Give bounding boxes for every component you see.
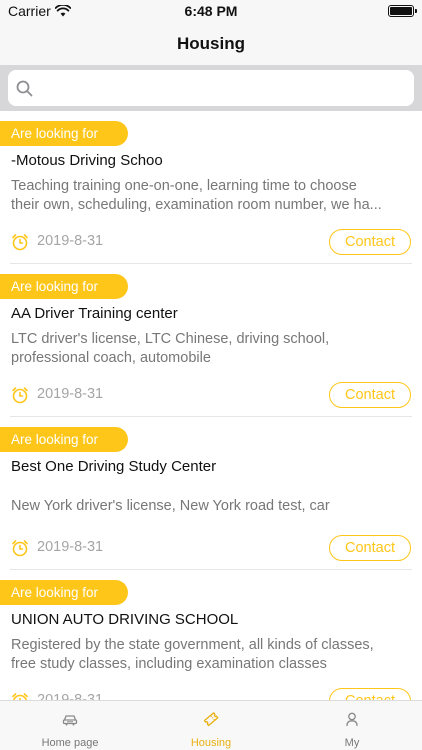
listing-title: Best One Driving Study Center <box>11 458 217 475</box>
tab-label: Home page <box>41 737 99 749</box>
tab-home-page[interactable]: Home page <box>0 701 140 750</box>
description-line: Registered by the state government, all … <box>11 637 374 653</box>
listing-feed[interactable]: Are looking for -Motous Driving Schoo Te… <box>0 111 422 700</box>
description-line: New York driver's license, New York road… <box>11 498 330 514</box>
search-box[interactable] <box>8 70 414 106</box>
looking-for-tag: Are looking for <box>0 580 128 605</box>
listing-card[interactable]: Are looking for -Motous Driving Schoo Te… <box>0 111 422 264</box>
looking-for-tag: Are looking for <box>0 121 128 146</box>
contact-button[interactable]: Contact <box>329 382 411 408</box>
listing-description: Teaching training one-on-one, learning t… <box>11 177 411 215</box>
listing-card[interactable]: Are looking for AA Driver Training cente… <box>0 264 422 417</box>
description-line: their own, scheduling, examination room … <box>11 197 382 213</box>
clock-icon <box>12 234 28 251</box>
car-icon <box>62 715 78 726</box>
battery-icon <box>388 5 417 17</box>
contact-button[interactable]: Contact <box>329 688 411 700</box>
navigation-bar: Housing <box>0 22 422 65</box>
search-input[interactable] <box>40 70 406 106</box>
listing-title: -Motous Driving Schoo <box>11 152 163 169</box>
person-icon <box>346 712 358 727</box>
listing-description: Registered by the state government, all … <box>11 636 411 674</box>
description-line: professional coach, automobile <box>11 350 211 366</box>
clock-icon <box>12 387 28 404</box>
listing-card[interactable]: Are looking for Best One Driving Study C… <box>0 417 422 570</box>
clock-icon <box>12 693 28 700</box>
listing-description: LTC driver's license, LTC Chinese, drivi… <box>11 330 411 368</box>
listing-date: 2019-8-31 <box>37 233 104 249</box>
tab-housing[interactable]: Housing <box>141 701 281 750</box>
description-line: Teaching training one-on-one, learning t… <box>11 178 357 194</box>
status-bar: Carrier 6:48 PM <box>0 0 422 22</box>
description-line: LTC driver's license, LTC Chinese, drivi… <box>11 331 330 347</box>
contact-button[interactable]: Contact <box>329 535 411 561</box>
tab-label: My <box>344 737 360 749</box>
listing-card[interactable]: Are looking for UNION AUTO DRIVING SCHOO… <box>0 570 422 700</box>
tab-label: Housing <box>190 737 232 749</box>
looking-for-tag: Are looking for <box>0 427 128 452</box>
tab-my[interactable]: My <box>282 701 422 750</box>
page-title: Housing <box>177 34 245 53</box>
description-line: free study classes, including examinatio… <box>11 656 327 672</box>
listing-date: 2019-8-31 <box>37 539 104 555</box>
listing-date: 2019-8-31 <box>37 386 104 402</box>
ticket-icon <box>203 712 219 727</box>
listing-title: AA Driver Training center <box>11 305 178 322</box>
looking-for-tag: Are looking for <box>0 274 128 299</box>
contact-button[interactable]: Contact <box>329 229 411 255</box>
listing-date: 2019-8-31 <box>37 692 104 700</box>
search-icon <box>16 80 33 97</box>
search-bar <box>0 65 422 111</box>
clock-icon <box>12 540 28 557</box>
tab-bar: Home page Housing My <box>0 700 422 750</box>
listing-description: New York driver's license, New York road… <box>11 497 411 516</box>
listing-title: UNION AUTO DRIVING SCHOOL <box>11 611 239 628</box>
status-time: 6:48 PM <box>184 3 238 19</box>
